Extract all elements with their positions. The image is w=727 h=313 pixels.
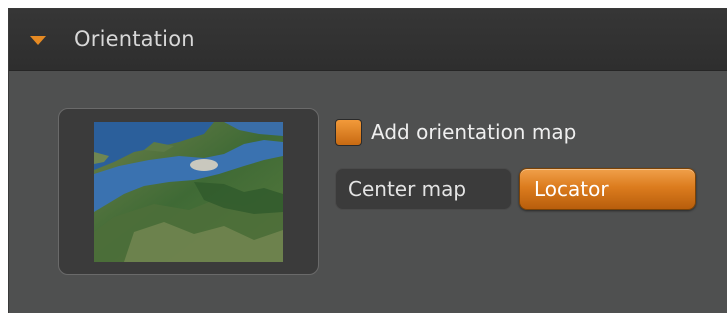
section-header[interactable]: Orientation: [9, 9, 727, 71]
orientation-panel: Orientation Add orientation map Center m…: [8, 8, 727, 313]
add-orientation-map-checkbox[interactable]: [335, 119, 362, 146]
map-preview-frame: [58, 108, 319, 275]
map-thumbnail: [94, 122, 283, 262]
locator-button[interactable]: Locator: [519, 168, 696, 210]
section-title: Orientation: [74, 27, 195, 51]
center-map-button[interactable]: Center map: [335, 168, 512, 210]
add-orientation-map-label[interactable]: Add orientation map: [371, 120, 576, 144]
map-thumbnail-graphic: [94, 122, 283, 262]
triangle-down-icon[interactable]: [30, 36, 46, 45]
